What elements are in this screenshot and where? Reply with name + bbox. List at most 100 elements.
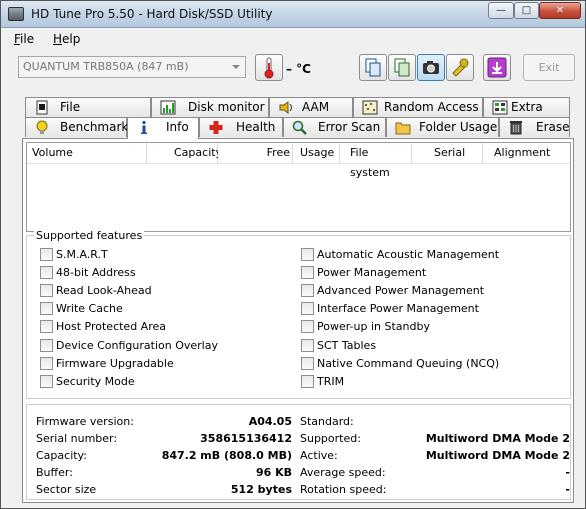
info-label: Supported: xyxy=(300,431,361,445)
tab-health[interactable]: Health xyxy=(199,117,283,137)
benchmark-icon xyxy=(36,120,48,134)
menu-bar: File Help xyxy=(1,29,585,49)
tools-icon xyxy=(452,58,469,77)
info-value: 358615136412 xyxy=(200,431,292,445)
tab-file-benchmark[interactable]: File Benchmark xyxy=(25,97,151,133)
info-value: 512 bytes xyxy=(230,482,292,496)
info-icon xyxy=(141,120,147,134)
error-scan-icon xyxy=(292,120,307,135)
temperature-readout: – °C xyxy=(286,62,311,76)
copy-icon xyxy=(365,58,381,77)
save-button[interactable] xyxy=(483,54,511,81)
exit-button[interactable]: Exit xyxy=(523,54,575,81)
drive-info-group: Firmware version: A04.05 Serial number: 358… xyxy=(26,404,571,500)
copy-info-button[interactable] xyxy=(388,54,416,81)
window-title: HD Tune Pro 5.50 - Hard Disk/SSD Utility xyxy=(31,7,273,21)
app-window: HD Tune Pro 5.50 - Hard Disk/SSD Utility… xyxy=(0,0,586,509)
feature-label: 48-bit Address xyxy=(56,266,136,280)
thermometer-icon xyxy=(264,57,274,79)
checkbox-box[interactable] xyxy=(301,284,314,298)
checkbox-box[interactable] xyxy=(301,248,314,261)
info-label: Rotation speed: xyxy=(300,482,387,496)
tab-erase[interactable]: Erase xyxy=(499,117,570,137)
checkbox-box[interactable] xyxy=(301,374,314,388)
clipboard-icon xyxy=(394,58,410,77)
tab-folder-usage[interactable]: Folder Usage xyxy=(386,117,499,137)
tab-label: Benchmark xyxy=(60,120,129,134)
column-header-file-system[interactable]: File system xyxy=(340,143,412,179)
feature-label: Native Command Queuing (NCQ) xyxy=(317,356,500,370)
menu-file[interactable]: File xyxy=(14,32,34,46)
tab-disk-monitor[interactable]: Disk monitor xyxy=(151,97,269,117)
feature-label: Interface Power Management xyxy=(317,302,479,316)
disk-monitor-icon xyxy=(160,100,176,115)
extra-tests-icon xyxy=(492,100,508,115)
info-label: Firmware version: xyxy=(36,415,134,428)
info-label: Buffer: xyxy=(36,465,73,479)
checkbox-box[interactable] xyxy=(301,302,314,316)
supported-features-label: Supported features xyxy=(34,229,145,242)
info-label: Standard: xyxy=(300,415,354,428)
feature-label: SCT Tables xyxy=(317,338,377,352)
feature-label: Advanced Power Management xyxy=(317,284,485,298)
info-label: Average speed: xyxy=(300,465,386,479)
volume-table[interactable]: Volume Capacity Free Usage File system S… xyxy=(26,142,571,232)
checkbox-box[interactable] xyxy=(301,320,314,334)
checkbox-box[interactable] xyxy=(40,266,53,280)
trash-icon xyxy=(510,121,522,135)
title-bar[interactable]: HD Tune Pro 5.50 - Hard Disk/SSD Utility… xyxy=(1,1,585,28)
close-button[interactable]: ✕ xyxy=(539,2,581,19)
tab-label: Erase xyxy=(536,120,570,134)
options-button[interactable] xyxy=(446,54,474,81)
tab-label: Error Scan xyxy=(318,120,381,134)
checkbox-box[interactable] xyxy=(40,338,53,352)
checkbox-box[interactable] xyxy=(40,284,53,298)
column-header-usage[interactable]: Usage xyxy=(293,143,340,164)
column-header-alignment[interactable]: Alignment xyxy=(483,143,570,164)
tab-random-access[interactable]: Random Access xyxy=(353,97,483,117)
tab-label: Info xyxy=(166,120,189,134)
tab-error-scan[interactable]: Error Scan xyxy=(283,117,386,137)
tab-extra-tests[interactable]: Extra tests xyxy=(483,97,570,133)
checkbox-box[interactable] xyxy=(301,356,314,370)
feature-label: Automatic Acoustic Management xyxy=(317,248,500,261)
temperature-button[interactable] xyxy=(255,54,283,81)
info-value: - xyxy=(565,465,570,479)
screenshot-button[interactable] xyxy=(417,54,445,81)
copy-text-button[interactable] xyxy=(359,54,387,81)
minimize-button[interactable]: — xyxy=(488,2,514,19)
column-header-volume[interactable]: Volume xyxy=(27,143,147,164)
drive-select-value: QUANTUM TRB850A (847 mB) xyxy=(23,60,189,73)
column-header-free[interactable]: Free xyxy=(218,143,293,164)
feature-label: Write Cache xyxy=(56,302,123,316)
menu-help[interactable]: Help xyxy=(53,32,80,46)
drive-select[interactable]: QUANTUM TRB850A (847 mB) xyxy=(18,56,246,78)
info-value: Multiword DMA Mode 2 xyxy=(425,431,570,445)
checkbox-box[interactable] xyxy=(301,266,314,280)
info-label: Sector size xyxy=(36,482,97,496)
info-value: Multiword DMA Mode 2 xyxy=(425,448,570,462)
folder-icon xyxy=(395,122,411,135)
column-header-capacity[interactable]: Capacity xyxy=(147,143,222,164)
random-access-icon xyxy=(362,100,378,115)
checkbox-box[interactable] xyxy=(301,338,314,352)
checkbox-box[interactable] xyxy=(40,356,53,370)
tab-benchmark[interactable]: Benchmark xyxy=(25,117,129,137)
checkbox-box[interactable] xyxy=(40,320,53,334)
feature-label: Security Mode xyxy=(56,374,135,388)
checkbox-box[interactable] xyxy=(40,374,53,388)
checkbox-box[interactable] xyxy=(40,302,53,316)
tab-aam[interactable]: AAM xyxy=(269,97,353,117)
column-header-serial[interactable]: Serial xyxy=(412,143,483,164)
tab-info[interactable]: Info xyxy=(127,117,199,139)
info-label: Capacity: xyxy=(36,448,87,462)
info-value: 96 KB xyxy=(255,465,292,479)
chevron-down-icon xyxy=(232,65,240,69)
checkbox-box[interactable] xyxy=(40,248,53,261)
info-value: 847.2 mB (808.0 MB) xyxy=(161,448,292,462)
file-benchmark-icon xyxy=(36,100,48,115)
maximize-button[interactable]: □ xyxy=(514,2,539,19)
tab-label: Health xyxy=(236,120,276,134)
feature-label: Power Management xyxy=(317,266,427,280)
app-icon xyxy=(8,7,24,21)
